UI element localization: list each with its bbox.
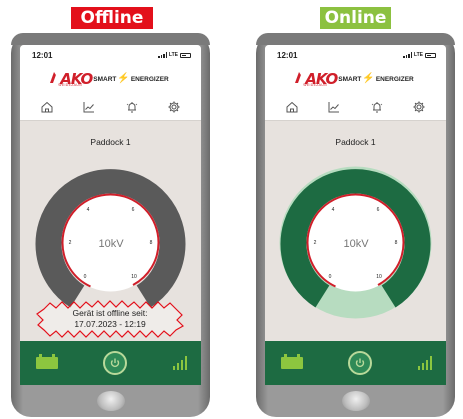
- phone-offline: 12:01 LTE AKO WEIDEZAUN SMART ⚡ ENERGIZE…: [11, 33, 210, 417]
- app-screen: 12:01 LTE AKO WEIDEZAUN SMART ⚡ ENERGIZE…: [20, 45, 201, 385]
- tick-label-6: 6: [377, 207, 380, 213]
- offline-banner: Offline: [71, 7, 153, 29]
- ako-logo: AKO WEIDEZAUN: [295, 69, 338, 89]
- battery-icon[interactable]: [36, 354, 58, 369]
- device-name: Paddock 1: [335, 137, 376, 147]
- voltage-readout: 10kV: [343, 238, 369, 250]
- power-icon[interactable]: [348, 351, 373, 375]
- bolt-icon: ⚡: [362, 73, 375, 84]
- phone-battery-icon: [425, 52, 436, 58]
- ako-logo: AKO WEIDEZAUN: [50, 69, 93, 89]
- bolt-icon: ⚡: [117, 73, 130, 84]
- product-name: SMART ⚡ ENERGIZER: [338, 73, 414, 84]
- home-icon[interactable]: [281, 96, 303, 118]
- product-name: SMART ⚡ ENERGIZER: [93, 73, 169, 84]
- brand-header: AKO WEIDEZAUN SMART ⚡ ENERGIZER: [20, 65, 201, 93]
- tick-label-10: 10: [131, 274, 137, 280]
- offline-message-line1: Gerät ist offline seit:: [72, 308, 148, 318]
- signal-icon[interactable]: [417, 356, 432, 370]
- tick-label-4: 4: [87, 207, 90, 213]
- network-type: LTE: [413, 52, 423, 58]
- cell-signal-icon: [403, 52, 412, 58]
- status-bar: 12:01 LTE: [20, 45, 201, 65]
- nav-bar: [265, 93, 446, 121]
- bell-icon[interactable]: [121, 96, 143, 118]
- phone-top-bezel: [256, 33, 455, 45]
- phone-home-button: [97, 391, 125, 411]
- phone-online: 12:01 LTE AKO WEIDEZAUN SMART ⚡ ENERGIZE…: [256, 33, 455, 417]
- tick-label-6: 6: [132, 207, 135, 213]
- signal-icon[interactable]: [172, 356, 187, 370]
- device-name: Paddock 1: [90, 137, 131, 147]
- status-bar: 12:01 LTE: [265, 45, 446, 65]
- gauge-panel: Paddock 1 0 2 4 6 8 10 10kV: [265, 121, 446, 351]
- tick-label-0: 0: [329, 274, 332, 280]
- network-type: LTE: [168, 52, 178, 58]
- phone-home-button: [342, 391, 370, 411]
- settings-icon[interactable]: [408, 96, 430, 118]
- tick-label-2: 2: [69, 240, 72, 246]
- phone-battery-icon: [180, 52, 191, 58]
- offline-message-line2: 17.07.2023 - 12:19: [74, 319, 146, 329]
- status-indicators: LTE: [403, 52, 436, 58]
- chart-icon[interactable]: [323, 96, 345, 118]
- home-icon[interactable]: [36, 96, 58, 118]
- power-icon[interactable]: [103, 351, 128, 375]
- brand-header: AKO WEIDEZAUN SMART ⚡ ENERGIZER: [265, 65, 446, 93]
- bottom-bar: [20, 341, 201, 385]
- phone-top-bezel: [11, 33, 210, 45]
- app-screen: 12:01 LTE AKO WEIDEZAUN SMART ⚡ ENERGIZE…: [265, 45, 446, 385]
- comparison-stage: Offline Online 12:01 LTE AKO WEIDEZAUN S…: [0, 0, 463, 419]
- chart-icon[interactable]: [78, 96, 100, 118]
- offline-notice: Gerät ist offline seit: 17.07.2023 - 12:…: [34, 297, 186, 341]
- voltage-readout: 10kV: [98, 238, 124, 250]
- nav-bar: [20, 93, 201, 121]
- status-time: 12:01: [277, 50, 298, 60]
- settings-icon[interactable]: [163, 96, 185, 118]
- bell-icon[interactable]: [366, 96, 388, 118]
- tick-label-8: 8: [150, 240, 153, 246]
- tick-label-0: 0: [84, 274, 87, 280]
- tick-label-4: 4: [332, 207, 335, 213]
- bottom-bar: [265, 341, 446, 385]
- online-banner: Online: [320, 7, 391, 29]
- tick-label-10: 10: [376, 274, 382, 280]
- tick-label-2: 2: [314, 240, 317, 246]
- status-indicators: LTE: [158, 52, 191, 58]
- cell-signal-icon: [158, 52, 167, 58]
- gauge-panel: Paddock 1 0 2 4 6 8 10 10kV: [20, 121, 201, 351]
- status-time: 12:01: [32, 50, 53, 60]
- tick-label-8: 8: [395, 240, 398, 246]
- voltage-gauge: 0 2 4 6 8 10 10kV: [279, 166, 432, 319]
- battery-icon[interactable]: [281, 354, 303, 369]
